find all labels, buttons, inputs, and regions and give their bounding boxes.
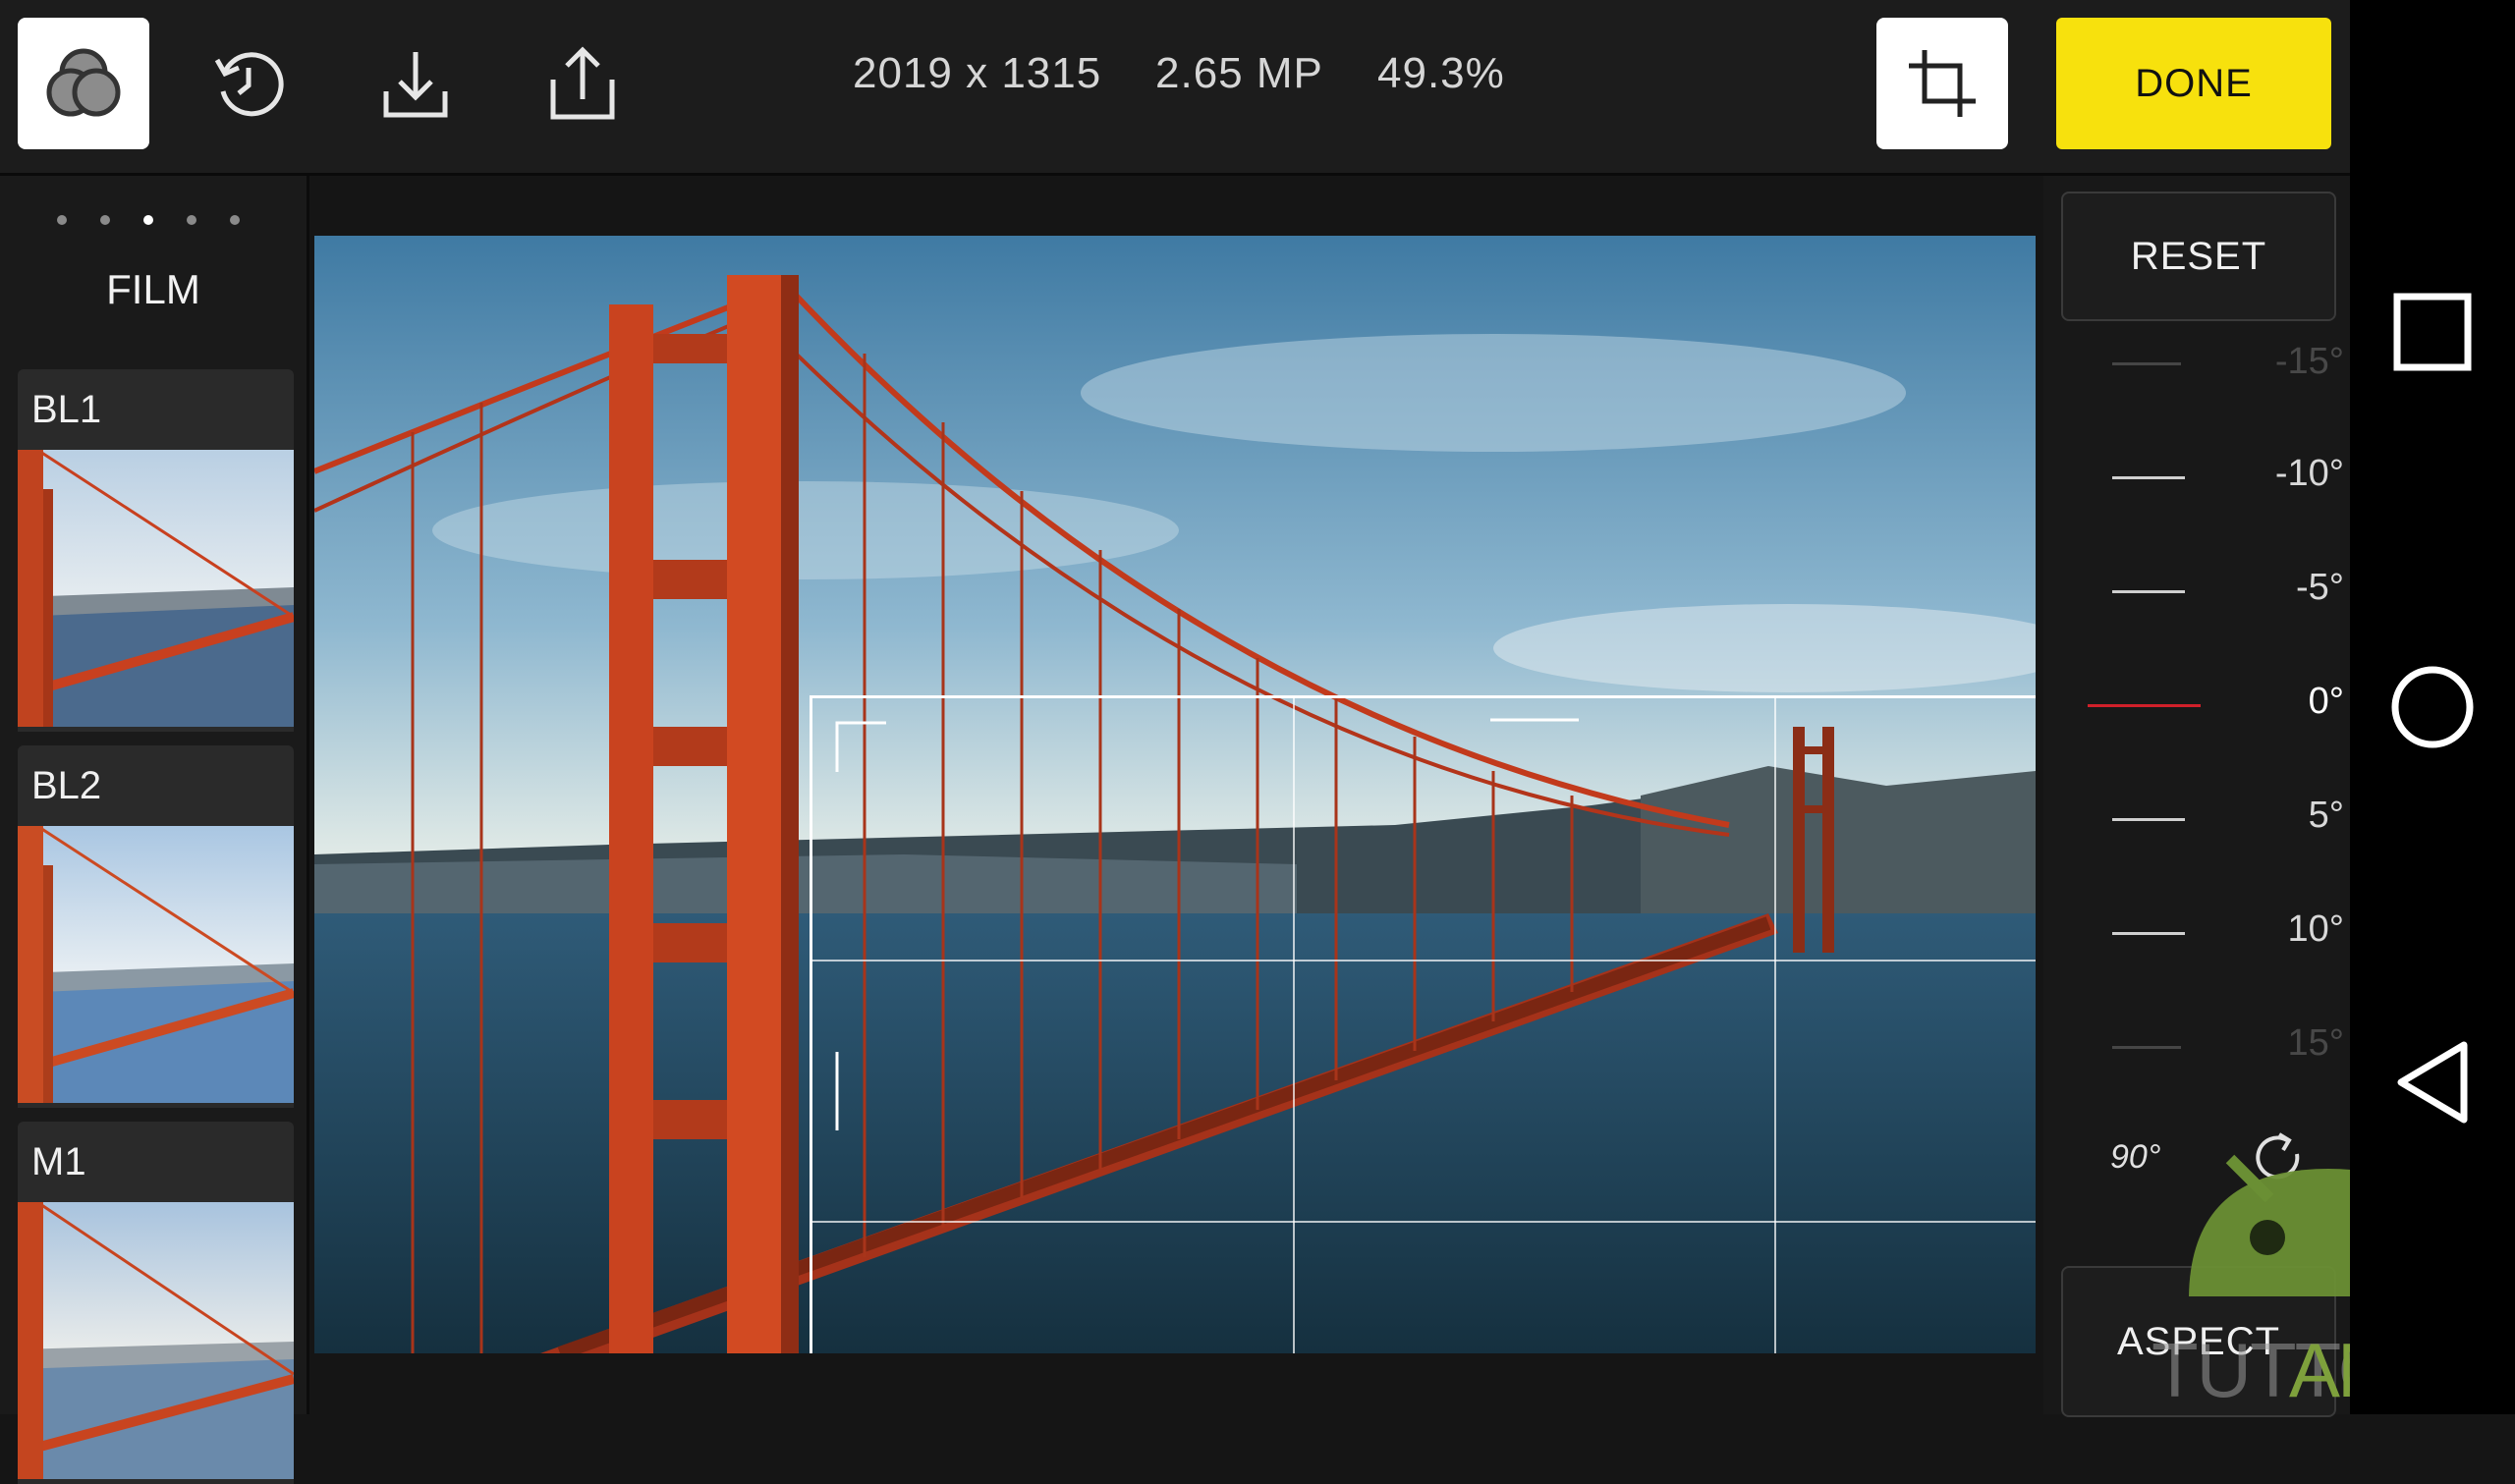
home-icon[interactable] (2383, 658, 2482, 756)
filter-thumbnail (18, 824, 294, 1103)
zoom-level: 49.3% (1377, 49, 1505, 97)
dial-tick (2112, 362, 2181, 365)
crop-icon (1909, 50, 1976, 117)
crop-frame[interactable] (810, 695, 2036, 1353)
filter-label: BL1 (31, 388, 102, 431)
pager-dot-active[interactable] (143, 215, 153, 225)
filter-card-bl2[interactable]: BL2 (18, 745, 294, 1108)
dial-tick (2112, 818, 2185, 821)
share-icon (550, 46, 615, 120)
pager-dot[interactable] (230, 215, 240, 225)
share-button[interactable] (517, 18, 648, 149)
history-icon (214, 52, 284, 117)
filter-thumbnail (18, 1200, 294, 1479)
filters-icon (46, 48, 121, 117)
crop-button[interactable] (1876, 18, 2008, 149)
dial-tick (2112, 1046, 2181, 1049)
megapixels: 2.65 MP (1155, 49, 1323, 97)
download-icon (383, 52, 448, 118)
done-button[interactable]: DONE (2056, 18, 2331, 149)
filter-thumbnail (18, 448, 294, 727)
filter-card-bl1[interactable]: BL1 (18, 369, 294, 732)
category-pager-dots[interactable] (57, 215, 240, 225)
pager-dot[interactable] (100, 215, 110, 225)
download-button[interactable] (350, 18, 481, 149)
filter-label: BL2 (31, 764, 102, 807)
filter-card-m1[interactable]: M1 (18, 1122, 294, 1484)
dial-tick (2112, 932, 2185, 935)
image-dimensions: 2019 x 1315 (853, 49, 1102, 97)
reset-button[interactable]: RESET (2061, 192, 2336, 321)
back-icon[interactable] (2383, 1033, 2482, 1131)
filter-label: M1 (31, 1140, 86, 1183)
filters-button[interactable] (18, 18, 149, 149)
pager-dot[interactable] (57, 215, 67, 225)
filter-panel: FILM BL1 BL2 M1 (0, 176, 309, 1484)
history-button[interactable] (183, 18, 314, 149)
recents-icon[interactable] (2383, 283, 2482, 381)
filter-category-title[interactable]: FILM (0, 266, 307, 313)
top-toolbar: 2019 x 1315 2.65 MP 49.3% DONE (0, 0, 2350, 176)
dial-label: -15° (2274, 341, 2344, 382)
photo-canvas[interactable] (314, 236, 2036, 1353)
dial-label-selected: 0° (2308, 681, 2344, 722)
pager-dot[interactable] (187, 215, 196, 225)
dial-tick-selected (2088, 704, 2201, 707)
dial-label: 15° (2287, 1022, 2344, 1064)
dial-label: 5° (2308, 795, 2344, 836)
dial-label: -10° (2274, 453, 2344, 494)
dial-label: -5° (2296, 567, 2344, 608)
system-nav-bar (2350, 0, 2515, 1414)
dial-label: 10° (2287, 908, 2344, 950)
crop-corner-handles (835, 718, 1579, 1130)
dial-tick (2112, 590, 2185, 593)
crop-grid (812, 698, 2036, 1353)
dial-tick (2112, 476, 2185, 479)
